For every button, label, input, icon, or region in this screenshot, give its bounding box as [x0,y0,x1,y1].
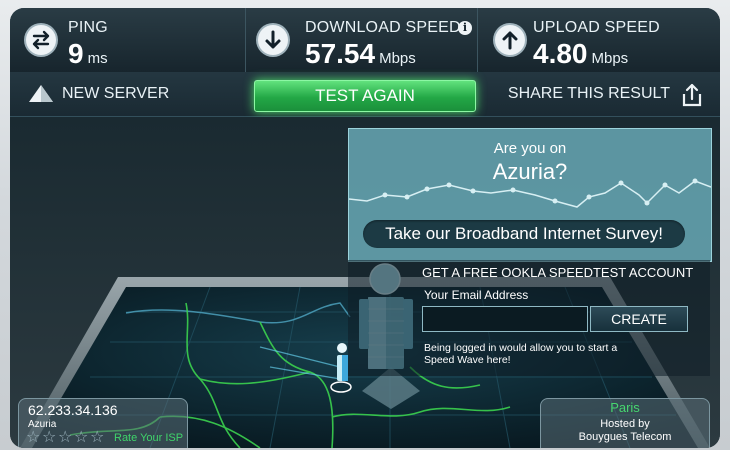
create-account-button[interactable]: CREATE [590,306,688,332]
action-bar: NEW SERVER TEST AGAIN SHARE THIS RESULT [10,72,720,117]
ping-unit: ms [87,50,108,67]
broadband-survey-button[interactable]: Take our Broadband Internet Survey! [363,220,685,248]
host-info-box: Paris Hosted by Bouygues Telecom [540,398,710,448]
email-field[interactable] [422,306,588,332]
star-icon[interactable]: ☆ [58,429,74,445]
rate-isp-link[interactable]: Rate Your ISP [114,432,183,444]
survey-wave-graphic [349,178,711,208]
star-icon[interactable]: ☆ [26,429,42,445]
upload-arrow-icon [495,25,525,55]
upload-label: UPLOAD SPEED [533,19,660,36]
survey-question-line1: Are you on [493,140,567,157]
upload-value: 4.80 [533,38,588,69]
download-value: 57.54 [305,38,376,69]
ping-label: PING [68,19,108,36]
new-server-label: NEW SERVER [62,85,170,102]
host-name: Bouygues Telecom [578,431,672,443]
upload-stat: UPLOAD SPEED 4.80 Mbps [477,8,720,72]
server-triangle-icon [29,85,53,102]
info-icon[interactable]: i [458,21,472,35]
server-city: Paris [610,400,640,415]
download-value-group: 57.54 Mbps [305,39,416,74]
user-person-icon [337,343,348,381]
star-icon[interactable]: ☆ [42,429,58,445]
ping-stat: PING 9 ms [10,8,246,72]
speedtest-app-frame: PING 9 ms DOWNLOAD SPEED i 57.54 Mbps UP… [10,8,720,448]
stats-bar: PING 9 ms DOWNLOAD SPEED i 57.54 Mbps UP… [10,8,720,73]
test-again-button[interactable]: TEST AGAIN [254,80,476,112]
account-header: GET A FREE OOKLA SPEEDTEST ACCOUNT [422,265,694,280]
ping-value: 9 [68,38,84,69]
star-icon[interactable]: ☆ [74,429,90,445]
survey-panel: Are you on Azuria? Take our Broadband In… [348,128,712,262]
share-label: SHARE THIS RESULT [507,85,670,102]
account-note: Being logged in would allow you to start… [424,342,618,366]
upload-value-group: 4.80 Mbps [533,39,628,74]
isp-info-box: 62.233.34.136 Azuria ☆ ☆ ☆ ☆ ☆ Rate Your… [18,398,188,448]
download-unit: Mbps [379,50,416,67]
upload-unit: Mbps [591,50,629,67]
ping-value-group: 9 ms [68,39,108,74]
share-icon [682,83,702,107]
download-arrow-icon [258,25,288,55]
download-label: DOWNLOAD SPEED [305,19,461,36]
email-label: Your Email Address [424,288,529,302]
hosted-by-label: Hosted by [600,418,650,430]
account-panel: GET A FREE OOKLA SPEEDTEST ACCOUNT Your … [348,260,710,376]
download-stat: DOWNLOAD SPEED i 57.54 Mbps [245,8,478,72]
ping-arrows-icon [26,25,56,55]
star-icon[interactable]: ☆ [90,429,106,445]
ip-address: 62.233.34.136 [28,402,118,418]
